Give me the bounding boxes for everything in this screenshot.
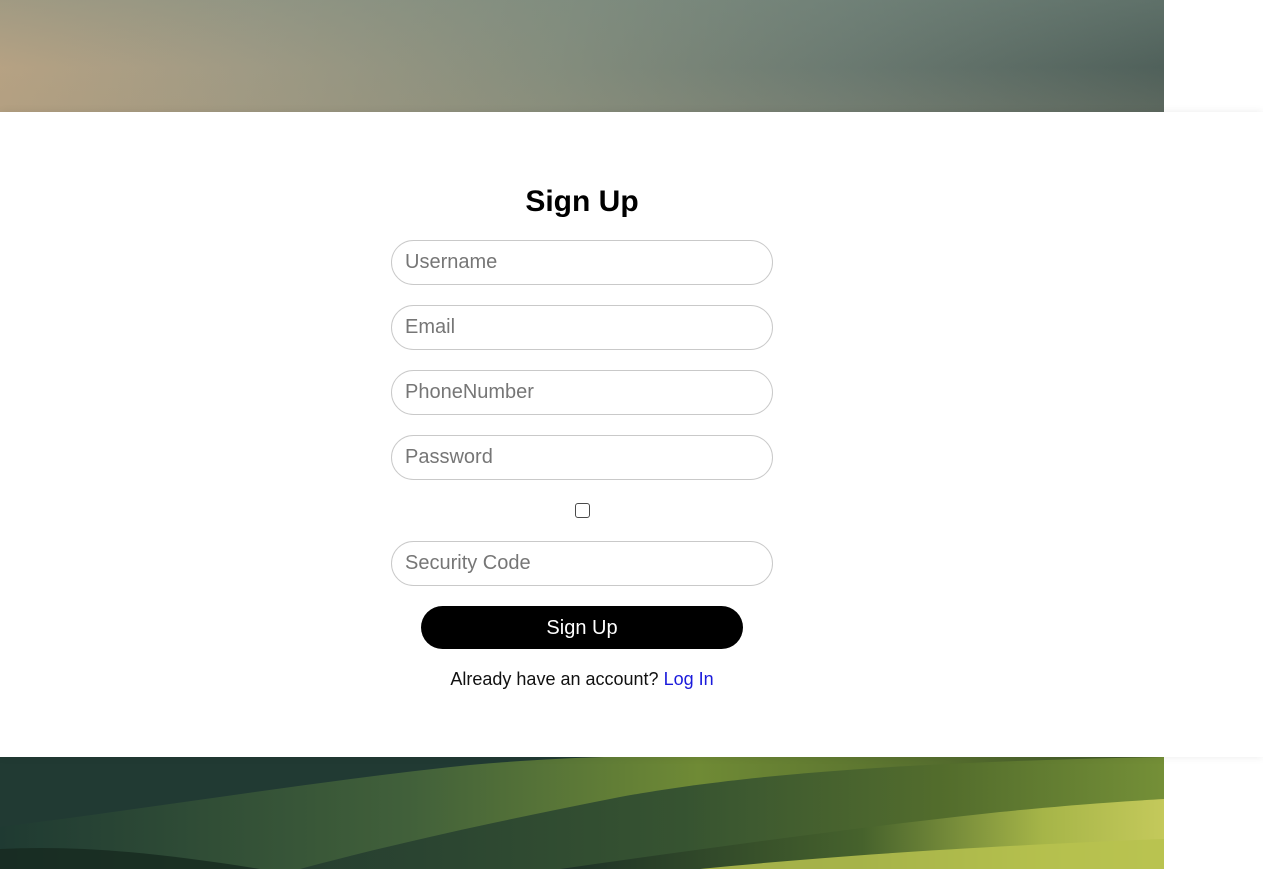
signup-card: Sign Up Sign Up Already have an account?… — [0, 112, 1263, 757]
password-field[interactable] — [391, 435, 773, 480]
login-link[interactable]: Log In — [664, 669, 714, 689]
page: Sign Up Sign Up Already have an account?… — [0, 0, 1263, 869]
hills-illustration — [0, 757, 1164, 869]
sign-up-button[interactable]: Sign Up — [421, 606, 743, 649]
signup-form: Sign Up Sign Up Already have an account?… — [391, 182, 773, 690]
background-sky-haze — [0, 0, 1164, 112]
phone-number-field[interactable] — [391, 370, 773, 415]
checkbox-row — [391, 503, 773, 519]
security-code-field[interactable] — [391, 541, 773, 586]
login-prompt-text: Already have an account? — [450, 669, 659, 689]
page-title: Sign Up — [525, 185, 639, 218]
email-field[interactable] — [391, 305, 773, 350]
background-image-bottom — [0, 757, 1164, 869]
username-field[interactable] — [391, 240, 773, 285]
checkbox[interactable] — [574, 503, 590, 518]
login-prompt-line: Already have an account? Log In — [391, 668, 773, 690]
